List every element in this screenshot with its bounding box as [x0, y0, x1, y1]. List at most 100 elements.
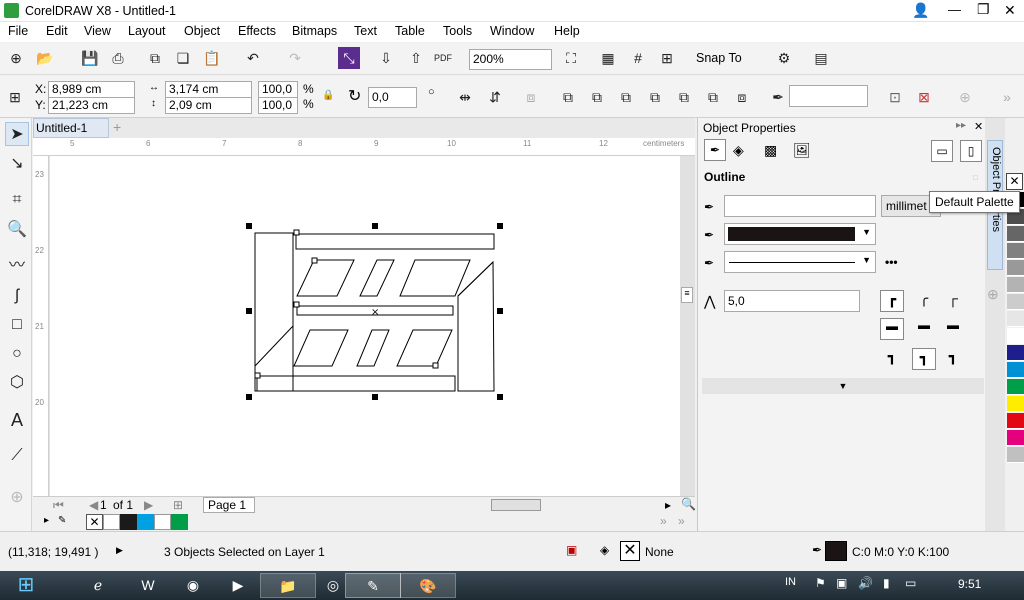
square-cap-icon[interactable]: ▬ — [941, 318, 965, 340]
menu-help[interactable]: Help — [554, 24, 580, 38]
front-minus-back-icon[interactable]: ⧉ — [673, 86, 695, 108]
scroll-right-icon[interactable]: ▸ — [665, 498, 671, 512]
to-front-icon[interactable]: ⊡ — [884, 86, 906, 108]
undo-icon[interactable]: ↶ — [242, 47, 264, 69]
add-tool-icon[interactable]: ⊕ — [5, 486, 29, 510]
coreldraw-taskbar-icon[interactable]: ✎ — [345, 573, 401, 598]
menu-window[interactable]: Window — [490, 24, 534, 38]
zoom-navigator-icon[interactable]: 🔍 — [681, 497, 696, 511]
full-screen-icon[interactable]: ⛶ — [560, 47, 582, 69]
bitmap-tab-icon[interactable]: 🖼 — [793, 142, 811, 159]
palette-swatch[interactable] — [1007, 447, 1024, 463]
no-color-swatch[interactable]: ✕ — [86, 514, 103, 530]
transparency-tab-icon[interactable]: ▩ — [764, 142, 777, 159]
round-corner-icon[interactable]: ╭ — [912, 290, 936, 312]
guidelines-icon[interactable]: ⊞ — [656, 47, 678, 69]
zoom-level-select[interactable]: 200% — [469, 49, 552, 70]
palette-swatch[interactable] — [1007, 328, 1024, 344]
horizontal-scrollbar-thumb[interactable] — [491, 499, 541, 511]
inside-position-icon[interactable]: ┓ — [941, 348, 965, 370]
outside-position-icon[interactable]: ┓ — [880, 348, 904, 370]
print-icon[interactable]: ⎙ — [107, 47, 129, 69]
more-icon[interactable]: » — [996, 86, 1018, 108]
palette-swatch[interactable] — [1007, 226, 1024, 242]
menu-table[interactable]: Table — [395, 24, 425, 38]
frame-tab-icon[interactable]: ▭ — [931, 140, 953, 162]
scale-x-input[interactable]: 100,0 — [258, 81, 298, 98]
rectangle-tool-icon[interactable]: □ — [5, 313, 29, 337]
shape-tool-icon[interactable]: ↘ — [5, 152, 29, 176]
redo-icon[interactable]: ↷ — [284, 47, 306, 69]
color-swatch[interactable] — [171, 514, 188, 530]
language-indicator[interactable]: IN — [785, 576, 796, 588]
launch-icon[interactable]: ▤ — [810, 47, 832, 69]
menu-bitmaps[interactable]: Bitmaps — [292, 24, 337, 38]
height-input[interactable]: 2,09 cm — [165, 97, 252, 114]
round-cap-icon[interactable]: ▬ — [912, 318, 936, 340]
menu-layout[interactable]: Layout — [128, 24, 166, 38]
lock-ratio-icon[interactable]: 🔒 — [322, 90, 334, 101]
butt-cap-icon[interactable]: ▬ — [880, 318, 904, 340]
color-swatch[interactable] — [103, 514, 120, 530]
artistic-media-icon[interactable]: ʃ — [5, 284, 29, 308]
palette-swatch[interactable] — [1007, 413, 1024, 429]
docker-collapse-icon[interactable]: ▸▸ — [956, 120, 966, 131]
add-docker-icon[interactable]: ⊕ — [987, 286, 999, 303]
color-swatch[interactable] — [120, 514, 137, 530]
outline-color-dropdown[interactable]: ▼ — [724, 223, 876, 245]
tray-device-icon[interactable]: ▣ — [836, 576, 847, 590]
combine-icon[interactable]: ⧈ — [520, 86, 542, 108]
maximize-button[interactable]: ❐ — [977, 1, 990, 18]
palette-swatch[interactable] — [1007, 260, 1024, 276]
menu-file[interactable]: File — [8, 24, 28, 38]
pick-tool-icon[interactable]: ➤ — [5, 122, 29, 146]
color-swatch[interactable] — [137, 514, 154, 530]
palette-menu-icon[interactable]: ▸ — [44, 515, 49, 526]
line-style-settings-icon[interactable]: ••• — [885, 255, 898, 269]
save-icon[interactable]: 💾 — [79, 47, 101, 69]
menu-object[interactable]: Object — [184, 24, 220, 38]
menu-text[interactable]: Text — [354, 24, 377, 38]
ellipse-tool-icon[interactable]: ○ — [5, 342, 29, 366]
prev-page-icon[interactable]: ◀ — [89, 498, 98, 512]
y-position-input[interactable]: 21,223 cm — [48, 97, 135, 114]
profile-icon[interactable]: 👤 — [912, 2, 929, 19]
cut-icon[interactable]: ⧉ — [144, 47, 166, 69]
eyedropper-icon[interactable]: ✎ — [58, 515, 66, 526]
add-icon[interactable]: ⊕ — [954, 86, 976, 108]
polygon-tool-icon[interactable]: ⬡ — [5, 371, 29, 395]
color-proof-icon[interactable]: ▣ — [566, 543, 577, 557]
scale-y-input[interactable]: 100,0 — [258, 97, 298, 114]
no-color-swatch[interactable]: ✕ — [1006, 173, 1023, 190]
palette-swatch[interactable] — [1007, 311, 1024, 327]
weld-icon[interactable]: ⧉ — [557, 86, 579, 108]
palette-swatch[interactable] — [1007, 362, 1024, 378]
summary-tab-icon[interactable]: ▯ — [960, 140, 982, 162]
object-origin-icon[interactable]: ⊞ — [4, 86, 26, 108]
new-document-icon[interactable]: ⊕ — [5, 47, 27, 69]
mirror-vertical-icon[interactable]: ⇵ — [484, 86, 506, 108]
menu-view[interactable]: View — [84, 24, 111, 38]
network-icon[interactable]: ▮ — [883, 576, 890, 590]
paste-icon[interactable]: 📋 — [201, 47, 223, 69]
outline-color-swatch[interactable] — [825, 541, 847, 561]
start-button[interactable]: ⊞ — [4, 571, 48, 600]
tab-untitled-1[interactable]: Untitled-1 — [33, 118, 109, 138]
palette-swatch[interactable] — [1007, 379, 1024, 395]
export-icon[interactable]: ⇧ — [405, 47, 427, 69]
palette-scroll-icon[interactable]: » — [678, 514, 685, 528]
menu-tools[interactable]: Tools — [443, 24, 472, 38]
vertical-scrollbar-thumb[interactable]: ≡ — [681, 287, 693, 303]
miter-limit-input[interactable]: 5,0 — [724, 290, 860, 312]
back-minus-front-icon[interactable]: ⧉ — [702, 86, 724, 108]
palette-swatch[interactable] — [1007, 430, 1024, 446]
intersect-icon[interactable]: ⧉ — [615, 86, 637, 108]
snap-to-dropdown[interactable]: Snap To — [696, 51, 742, 65]
freehand-tool-icon[interactable]: 〰 — [5, 254, 29, 278]
page-1-tab[interactable]: Page 1 — [203, 497, 255, 513]
line-style-dropdown[interactable]: ▼ — [724, 251, 876, 273]
bevel-corner-icon[interactable]: ┌ — [941, 290, 965, 312]
text-tool-icon[interactable]: A — [5, 408, 29, 432]
fill-none-swatch[interactable]: ✕ — [620, 541, 640, 561]
media-taskbar-icon[interactable]: ▶ — [210, 573, 266, 598]
